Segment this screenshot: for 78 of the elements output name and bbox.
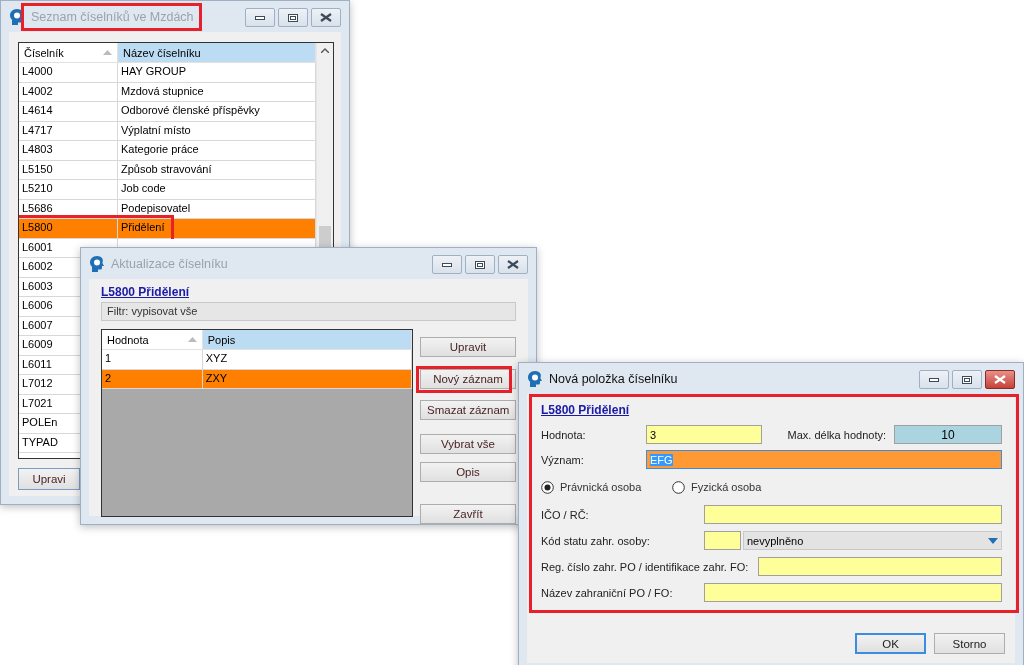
table-row[interactable]: 2 ZXY xyxy=(102,369,412,389)
window-title: Nová položka číselníku xyxy=(549,371,678,386)
cancel-button[interactable]: Storno xyxy=(934,633,1005,654)
table-row[interactable]: L5210 Job code xyxy=(19,180,316,200)
minimize-button[interactable] xyxy=(432,255,462,274)
action-button[interactable]: Vybrat vše xyxy=(420,434,516,454)
table-cell: L5800 xyxy=(19,219,119,239)
input-field[interactable] xyxy=(758,557,1002,576)
table-row[interactable]: L4002 Mzdová stupnice xyxy=(19,82,316,102)
table-cell: ZXY xyxy=(202,369,412,389)
table-cell: L4614 xyxy=(19,102,119,122)
filter-bar: Filtr: vypisovat vše xyxy=(101,302,516,321)
dropdown-arrow-icon xyxy=(988,537,998,544)
table-cell: Kategorie práce xyxy=(118,141,316,161)
table-cell: 2 xyxy=(102,369,203,389)
table-row[interactable]: L4717 Výplatní místo xyxy=(19,121,316,141)
table-row[interactable]: 1 XYZ xyxy=(102,350,412,370)
field-label: Max. délka hodnoty: xyxy=(787,428,886,441)
scroll-up-icon xyxy=(321,48,329,53)
minimize-icon xyxy=(255,15,265,20)
input-field[interactable] xyxy=(704,583,1002,602)
input-field[interactable] xyxy=(704,505,1002,524)
action-button[interactable]: Zavřít xyxy=(420,504,516,524)
table-cell: Přidělení xyxy=(118,219,316,239)
input-field[interactable]: 3 xyxy=(646,425,762,444)
close-icon xyxy=(507,260,519,269)
action-button[interactable]: Upravit xyxy=(420,337,516,357)
maximize-button[interactable] xyxy=(465,255,495,274)
field-label: Hodnota: xyxy=(541,428,587,441)
maximize-icon xyxy=(288,13,298,22)
column-header[interactable]: Hodnota xyxy=(102,330,203,349)
scrollbar-thumb[interactable] xyxy=(319,226,331,248)
table-cell: L5210 xyxy=(19,180,119,200)
edit-button[interactable]: Upravi xyxy=(18,468,80,490)
head-icon xyxy=(89,254,105,273)
field-label: Název zahraniční PO / FO: xyxy=(541,586,674,599)
ok-button[interactable]: OK xyxy=(855,633,926,654)
close-button[interactable] xyxy=(311,8,341,27)
field-label: Význam: xyxy=(541,453,585,466)
minimize-button[interactable] xyxy=(919,370,949,389)
window-title: Seznam číselníků ve Mzdách xyxy=(31,9,194,24)
minimize-button[interactable] xyxy=(245,8,275,27)
action-button[interactable]: Opis xyxy=(420,462,516,482)
table-row[interactable]: L5150 Způsob stravování xyxy=(19,160,316,180)
column-header[interactable]: Popis xyxy=(202,330,412,349)
record-heading-link[interactable]: L5800 Přidělení xyxy=(541,403,1002,417)
action-button[interactable]: Nový záznam xyxy=(420,369,516,389)
minimize-icon xyxy=(442,262,452,267)
column-header[interactable]: Název číselníku xyxy=(118,43,316,62)
field-label: Reg. číslo zahr. PO / identifikace zahr. FO: xyxy=(541,560,750,573)
close-button[interactable] xyxy=(498,255,528,274)
readonly-field: 10 xyxy=(894,425,1002,444)
action-button[interactable]: Smazat záznam xyxy=(420,400,516,420)
table-row[interactable]: L4803 Kategorie práce xyxy=(19,141,316,161)
table-row[interactable]: L4000 HAY GROUP xyxy=(19,63,316,83)
input-field[interactable] xyxy=(704,531,741,550)
minimize-icon xyxy=(929,377,939,382)
maximize-button[interactable] xyxy=(952,370,982,389)
maximize-icon xyxy=(475,260,485,269)
table-cell: 1 xyxy=(102,350,203,370)
close-icon xyxy=(994,375,1006,384)
field-label: IČO / RČ: xyxy=(541,508,590,521)
table-cell: XYZ xyxy=(202,350,412,370)
close-icon xyxy=(320,13,332,22)
table-cell: HAY GROUP xyxy=(118,63,316,83)
table-cell: L4000 xyxy=(19,63,119,83)
close-button[interactable] xyxy=(985,370,1015,389)
table-cell: Job code xyxy=(118,180,316,200)
table-cell: L4803 xyxy=(19,141,119,161)
table-row[interactable]: L4614 Odborové členské příspěvky xyxy=(19,102,316,122)
maximize-icon xyxy=(962,375,972,384)
head-icon xyxy=(527,369,543,388)
radio-option[interactable]: Fyzická osoba xyxy=(672,480,803,494)
maximize-button[interactable] xyxy=(278,8,308,27)
dropdown[interactable]: nevyplněno xyxy=(743,531,1002,550)
table-cell: Odborové členské příspěvky xyxy=(118,102,316,122)
radio-option[interactable]: Právnická osoba xyxy=(541,480,672,494)
field-label: Kód statu zahr. osoby: xyxy=(541,534,651,547)
